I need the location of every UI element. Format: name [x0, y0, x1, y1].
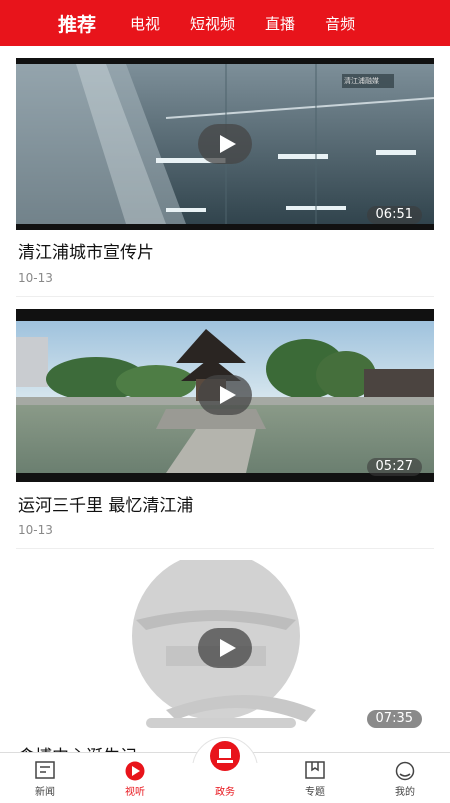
tab-recommend[interactable]: 推荐 — [58, 10, 96, 37]
nav-news[interactable]: 新闻 — [0, 753, 90, 801]
tab-live[interactable]: 直播 — [265, 13, 295, 34]
tab-short-video[interactable]: 短视频 — [190, 13, 235, 34]
video-card[interactable]: 清江浦融媒 06:51 清江浦城市宣传片 10-13 — [16, 58, 434, 298]
profile-icon — [395, 761, 415, 781]
bookmark-icon — [305, 761, 325, 779]
nav-profile[interactable]: 我的 — [360, 753, 450, 801]
news-icon — [35, 761, 55, 779]
video-thumbnail[interactable]: 05:27 — [16, 309, 434, 482]
top-tab-bar: 推荐 电视 短视频 直播 音频 — [0, 0, 450, 46]
nav-topics[interactable]: 专题 — [270, 753, 360, 801]
video-title[interactable]: 运河三千里 最忆清江浦 — [18, 491, 193, 516]
video-title[interactable]: 食博中心诞生记 — [18, 742, 137, 752]
video-play-icon — [125, 761, 145, 781]
video-card[interactable]: 05:27 运河三千里 最忆清江浦 10-13 — [16, 309, 434, 549]
play-button-icon[interactable] — [198, 124, 252, 164]
video-date: 10-13 — [18, 523, 53, 537]
video-card[interactable]: 07:35 食博中心诞生记 — [16, 560, 434, 752]
nav-profile-label: 我的 — [395, 787, 415, 798]
divider — [16, 296, 434, 297]
bottom-nav-bar: 新闻 视听 政务 专题 我的 — [0, 737, 450, 801]
video-duration: 07:35 — [366, 710, 422, 728]
nav-government-label: 政务 — [215, 787, 235, 798]
tab-audio[interactable]: 音频 — [325, 13, 355, 34]
video-duration: 05:27 — [366, 458, 422, 476]
video-thumbnail[interactable]: 清江浦融媒 06:51 — [16, 58, 434, 230]
nav-video-label: 视听 — [125, 787, 145, 798]
video-thumbnail[interactable]: 07:35 — [16, 560, 434, 732]
play-button-icon[interactable] — [198, 628, 252, 668]
tab-tv[interactable]: 电视 — [130, 13, 160, 34]
nav-news-label: 新闻 — [35, 787, 55, 798]
nav-video[interactable]: 视听 — [90, 753, 180, 801]
nav-government[interactable]: 政务 — [180, 737, 270, 801]
video-date: 10-13 — [18, 271, 53, 285]
video-duration: 06:51 — [366, 206, 422, 224]
channel-watermark: 清江浦融媒 — [344, 77, 379, 85]
divider — [16, 548, 434, 549]
play-button-icon[interactable] — [198, 375, 252, 415]
nav-topics-label: 专题 — [305, 787, 325, 798]
government-icon[interactable] — [210, 741, 240, 771]
video-title[interactable]: 清江浦城市宣传片 — [18, 238, 154, 263]
video-feed[interactable]: 清江浦融媒 06:51 清江浦城市宣传片 10-13 05:27 运河三千里 最… — [0, 46, 450, 752]
